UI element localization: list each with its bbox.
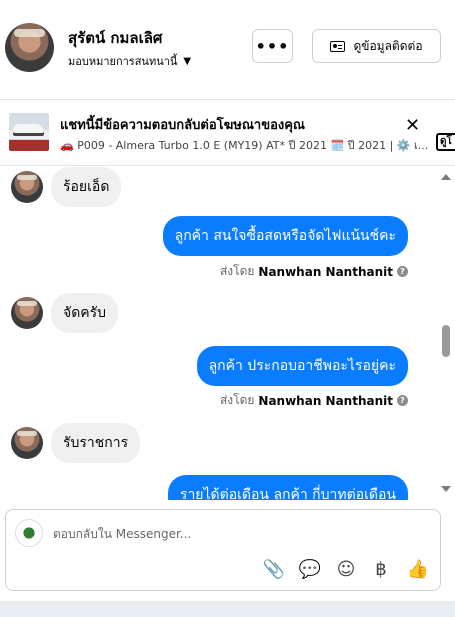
- close-icon[interactable]: ✕: [405, 117, 420, 135]
- incoming-message-bubble[interactable]: จัดครับ: [51, 293, 119, 333]
- contact-card-icon: [330, 40, 346, 52]
- view-ad-button[interactable]: ดูโ: [436, 133, 455, 151]
- incoming-message-bubble[interactable]: ร้อยเอ็ด: [51, 167, 122, 207]
- view-contact-info-button[interactable]: ดูข้อมูลติดต่อ: [312, 29, 441, 63]
- assign-conversation-dropdown[interactable]: มอบหมายการสนทนานี้ ▼: [68, 52, 191, 70]
- emoji-icon[interactable]: ☺: [333, 556, 359, 582]
- conversation-header: สุรัตน์ กมลเลิศ มอบหมายการสนทนานี้ ▼ •••…: [0, 0, 455, 100]
- ad-thumbnail[interactable]: [9, 113, 49, 151]
- message-thread[interactable]: ร้อยเอ็ด ลูกค้า สนใจซื้อสดหรือจัดไฟแน้นช…: [0, 167, 438, 500]
- ad-banner-subtitle: 🚗 P009 - Almera Turbo 1.0 E (MY19) AT* ป…: [60, 139, 429, 152]
- question-icon[interactable]: ?: [397, 395, 408, 406]
- footer-bar: [0, 601, 455, 617]
- sent-by-prefix: ส่งโดย: [219, 264, 255, 278]
- reply-composer: 📎 💬 ☺ ฿ 👍: [5, 509, 441, 591]
- sent-by-name: Nanwhan Nanthanit: [258, 264, 393, 279]
- scrollbar-thumb[interactable]: [442, 325, 450, 357]
- contact-name[interactable]: สุรัตน์ กมลเลิศ: [68, 26, 162, 50]
- more-options-button[interactable]: •••: [252, 29, 293, 63]
- sent-by-prefix: ส่งโดย: [219, 393, 255, 407]
- message-row-incoming: จัดครับ: [11, 293, 119, 333]
- question-icon[interactable]: ?: [397, 266, 408, 277]
- payment-icon[interactable]: ฿: [368, 556, 394, 582]
- saved-reply-icon[interactable]: 💬: [297, 556, 323, 582]
- assign-label: มอบหมายการสนทนานี้: [68, 55, 178, 68]
- sent-by-line: ส่งโดย Nanwhan Nanthanit ?: [220, 262, 408, 281]
- scroll-up-arrow-icon[interactable]: [441, 174, 451, 180]
- sent-by-line: ส่งโดย Nanwhan Nanthanit ?: [220, 391, 408, 410]
- like-icon[interactable]: 👍: [405, 556, 431, 582]
- message-row-incoming: ร้อยเอ็ด: [11, 167, 122, 207]
- outgoing-message-bubble[interactable]: ลูกค้า ประกอบอาชีพอะไรอยู่คะ: [196, 346, 408, 386]
- message-row-incoming: รับราชการ: [11, 423, 141, 463]
- reply-input[interactable]: [53, 524, 423, 544]
- ad-reply-banner: แชทนี้มีข้อความตอบกลับต่อโฆษณาของคุณ 🚗 P…: [0, 100, 455, 166]
- ad-banner-title: แชทนี้มีข้อความตอบกลับต่อโฆษณาของคุณ: [60, 118, 305, 133]
- caret-down-icon: ▼: [183, 55, 192, 67]
- scroll-down-arrow-icon[interactable]: [441, 486, 451, 492]
- contact-avatar[interactable]: [5, 23, 54, 72]
- outgoing-message-bubble[interactable]: ลูกค้า สนใจซื้อสดหรือจัดไฟแน้นช์คะ: [162, 216, 408, 256]
- contact-avatar-small[interactable]: [11, 171, 43, 203]
- outgoing-message-bubble[interactable]: รายได้ต่อเดือน ลูกค้า กี่บาทต่อเดือน: [167, 475, 408, 500]
- contact-avatar-small[interactable]: [11, 297, 43, 329]
- view-contact-info-label: ดูข้อมูลติดต่อ: [353, 38, 423, 53]
- sent-by-name: Nanwhan Nanthanit: [258, 393, 393, 408]
- contact-avatar-small[interactable]: [11, 427, 43, 459]
- attachment-icon[interactable]: 📎: [261, 556, 287, 582]
- incoming-message-bubble[interactable]: รับราชการ: [51, 423, 141, 463]
- page-avatar: [15, 519, 43, 547]
